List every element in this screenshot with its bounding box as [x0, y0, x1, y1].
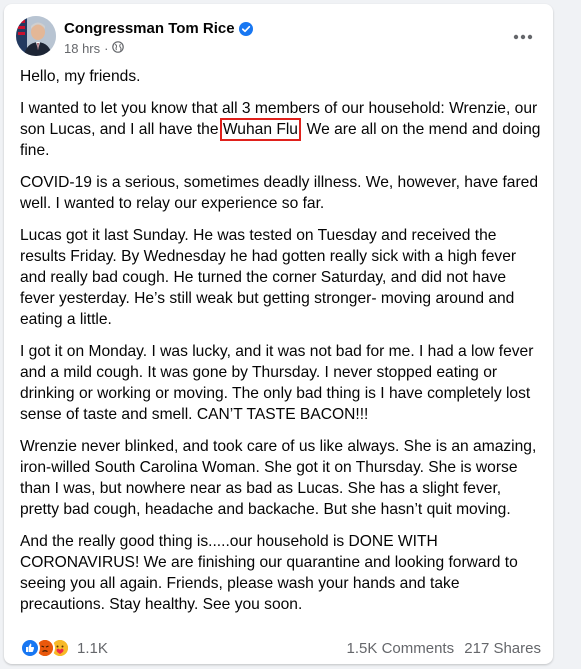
- post-paragraph: And the really good thing is.....our hou…: [20, 533, 518, 613]
- post-paragraph: Wrenzie never blinked, and took care of …: [20, 438, 537, 518]
- post-paragraph: Hello, my friends.: [20, 68, 141, 85]
- post-paragraph: I got it on Monday. I was lucky, and it …: [20, 343, 534, 423]
- comments-count-link[interactable]: 1.5K Comments: [347, 640, 455, 657]
- author-name-row: Congressman Tom Rice: [64, 20, 253, 37]
- post-paragraph: COVID-19 is a serious, sometimes deadly …: [20, 174, 538, 212]
- post-meta: 18 hrs ·: [64, 41, 125, 56]
- reaction-count: 1.1K: [77, 639, 108, 657]
- post-card: Congressman Tom Rice 18 hrs · Hello, my …: [4, 4, 553, 664]
- reactions-summary[interactable]: 1.1K: [20, 638, 108, 658]
- verified-badge-icon: [238, 21, 253, 36]
- highlighted-phrase: Wuhan Flu: [219, 118, 301, 141]
- more-options-button[interactable]: [509, 22, 537, 50]
- engagement-counts: 1.5K Comments 217 Shares: [347, 640, 541, 657]
- author-name[interactable]: Congressman Tom Rice: [64, 20, 235, 37]
- post-footer: 1.1K 1.5K Comments 217 Shares: [20, 636, 541, 666]
- post-header: Congressman Tom Rice 18 hrs ·: [16, 16, 541, 60]
- author-avatar[interactable]: [16, 16, 56, 56]
- post-paragraph: Lucas got it last Sunday. He was tested …: [20, 227, 517, 328]
- meta-separator: ·: [104, 41, 109, 56]
- post-body: Hello, my friends. I wanted to let you k…: [20, 66, 544, 626]
- post-timestamp[interactable]: 18 hrs: [64, 41, 100, 56]
- globe-icon: [112, 41, 125, 56]
- more-options-icon: [513, 27, 533, 45]
- post-paragraph: I wanted to let you know that all 3 memb…: [20, 98, 544, 161]
- shares-count-link[interactable]: 217 Shares: [464, 640, 541, 657]
- like-reaction-icon: [20, 638, 40, 658]
